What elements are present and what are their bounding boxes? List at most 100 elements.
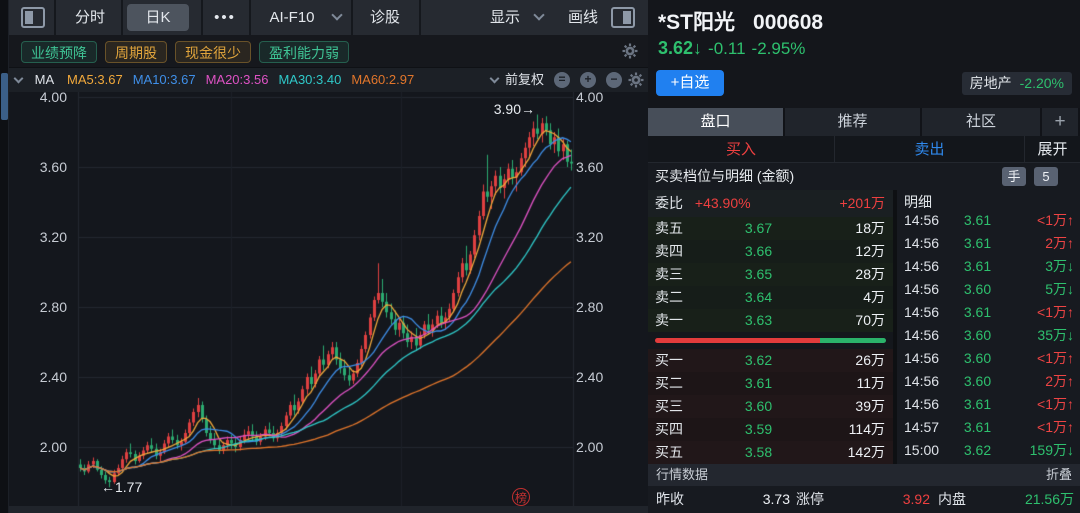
tab-ai-f10[interactable]: AI-F10 [261,0,323,35]
trade-detail-row[interactable]: 14:563.612万↑ [897,232,1080,255]
stock-tag-chip[interactable]: 周期股 [105,41,167,63]
y-axis-tick-label: 4.00 [576,89,624,105]
tab-community[interactable]: 社区 [922,108,1042,136]
trade-detail-row[interactable]: 14:563.61<1万↑ [897,393,1080,416]
trade-detail-row[interactable]: 14:563.61<1万↑ [897,301,1080,324]
trade-detail-row[interactable]: 14:563.61<1万↑ [897,214,1080,232]
y-axis-tick-label: 2.40 [576,369,624,385]
zoom-in-icon[interactable]: + [580,72,596,88]
bid-row[interactable]: 买四3.59114万 [648,418,893,441]
weibi-row: 委比 +43.90% +201万 [648,190,893,217]
trade-details[interactable]: 14:563.61<1万↑14:563.612万↑14:563.613万↓14:… [897,214,1080,464]
price-down-arrow-icon: ↓ [693,38,702,58]
display-menu[interactable]: 显示 [485,0,525,35]
tab-recommend[interactable]: 推荐 [785,108,922,136]
detail-title: 明细 [897,190,1080,214]
inner-volume-value: 21.56万 [1025,486,1074,513]
sector-name[interactable]: 房地产 [970,75,1012,91]
inner-volume-label: 内盘 [938,486,966,513]
bid-row[interactable]: 买五3.58142万 [648,441,893,464]
y-axis-tick-label: 3.60 [19,159,67,175]
stock-code: 000608 [753,11,823,34]
trade-detail-row[interactable]: 14:563.605万↓ [897,278,1080,301]
trade-actions-row: 买入 卖出 展开 [648,136,1080,163]
stock-tag-chip[interactable]: 业绩预降 [21,41,97,63]
stock-title: *ST阳光 000608 [658,6,823,36]
tab-minute[interactable]: 分时 [61,0,119,35]
expand-right-panel-icon[interactable] [611,7,635,28]
draw-line-button[interactable]: 画线 [561,0,605,35]
tab-daily-k[interactable]: 日K [127,4,189,31]
zoom-out-icon[interactable]: − [606,72,622,88]
add-watchlist-button[interactable]: +自选 [656,70,724,96]
stock-tags-row: 业绩预降周期股现金很少盈利能力弱 [9,35,648,68]
add-tab-button[interactable]: + [1042,108,1080,136]
ask-rows: 卖五3.6718万卖四3.6612万卖三3.6528万卖二3.644万卖一3.6… [648,217,893,332]
price-change-pct: -2.95% [752,39,806,58]
y-axis-tick-label: 2.00 [19,439,67,455]
level-title-row: 买卖档位与明细 (金额) 手 5 [648,163,1080,190]
weibi-label: 委比 [655,195,683,211]
level-count-badge[interactable]: 5 [1034,167,1058,186]
ma-collapse-chevron-icon[interactable] [14,74,24,84]
unit-hand-badge[interactable]: 手 [1002,167,1026,186]
y-axis-tick-label: 3.20 [576,229,624,245]
buy-ratio-bar [655,338,820,343]
ranking-stamp-icon[interactable]: 榜 [512,488,530,506]
adjust-mode-dropdown[interactable]: 前复权 [491,68,544,92]
scrollbar-thumb[interactable] [1,73,8,120]
ma-value-label: MA30:3.40 [278,72,341,87]
ask-row[interactable]: 卖二3.644万 [648,286,893,309]
last-price: 3.62 [658,38,693,58]
stock-header: *ST阳光 000608 3.62↓-0.11-2.95% +自选 房地产 -2.2… [648,0,1080,108]
sector-change-pct: -2.20% [1020,75,1064,91]
tab-diagnose[interactable]: 诊股 [361,0,409,35]
kline-canvas[interactable] [9,92,648,513]
level-title: 买卖档位与明细 (金额) [655,168,794,184]
sector-chip[interactable]: 房地产 -2.20% [962,72,1072,95]
display-caret-icon[interactable] [525,0,545,35]
sell-button[interactable]: 卖出 [835,136,1025,162]
tab-order-book[interactable]: 盘口 [648,108,785,136]
bid-row[interactable]: 买三3.6039万 [648,395,893,418]
more-periods-button[interactable]: ••• [205,0,245,35]
ma-value-label: MA10:3.67 [133,72,196,87]
stock-name: *ST阳光 [658,11,735,34]
trade-detail-row[interactable]: 14:573.61<1万↑ [897,416,1080,439]
bid-row[interactable]: 买一3.6226万 [648,349,893,372]
ask-row[interactable]: 卖五3.6718万 [648,217,893,240]
bid-row[interactable]: 买二3.6111万 [648,372,893,395]
buy-button[interactable]: 买入 [648,136,835,162]
chart-settings-gear-icon[interactable] [628,72,644,88]
scale-reset-icon[interactable]: = [554,72,570,88]
ask-row[interactable]: 卖四3.6612万 [648,240,893,263]
y-axis-tick-label: 3.60 [576,159,624,175]
trade-detail-row[interactable]: 14:563.613万↓ [897,255,1080,278]
y-axis-tick-label: 2.00 [576,439,624,455]
trade-detail-row[interactable]: 15:003.62159万↓ [897,439,1080,462]
y-axis-tick-label: 4.00 [19,89,67,105]
price-row: 3.62↓-0.11-2.95% [658,38,805,59]
tags-settings-gear-icon[interactable] [622,43,638,59]
weibi-amount: +201万 [839,190,885,217]
limit-up-label: 涨停 [796,486,824,513]
collapse-left-panel-icon[interactable] [21,7,45,28]
sell-ratio-bar [820,338,886,343]
ma-value-label: MA5:3.67 [67,72,123,87]
left-edge-scrollbar[interactable] [0,0,9,513]
trade-detail-row[interactable]: 14:563.6035万↓ [897,324,1080,347]
fold-button[interactable]: 折叠 [1046,464,1072,486]
market-data-band: 行情数据 折叠 [648,464,1080,486]
expand-button[interactable]: 展开 [1025,136,1080,162]
chart-toolbar: 分时 日K ••• AI-F10 诊股 显示 画线 [9,0,648,35]
trade-detail-row[interactable]: 14:563.60<1万↑ [897,347,1080,370]
ask-row[interactable]: 卖一3.6370万 [648,309,893,332]
stock-tag-chip[interactable]: 盈利能力弱 [259,41,349,63]
ai-f10-caret-icon[interactable] [323,0,343,35]
panel-tabs: 盘口 推荐 社区 + [648,108,1080,136]
trade-detail-row[interactable]: 14:563.602万↑ [897,370,1080,393]
chart-bottom-handle[interactable] [9,506,648,513]
ma-indicator-row: MA MA5:3.67MA10:3.67MA20:3.56MA30:3.40MA… [9,68,648,92]
stock-tag-chip[interactable]: 现金很少 [175,41,251,63]
ask-row[interactable]: 卖三3.6528万 [648,263,893,286]
